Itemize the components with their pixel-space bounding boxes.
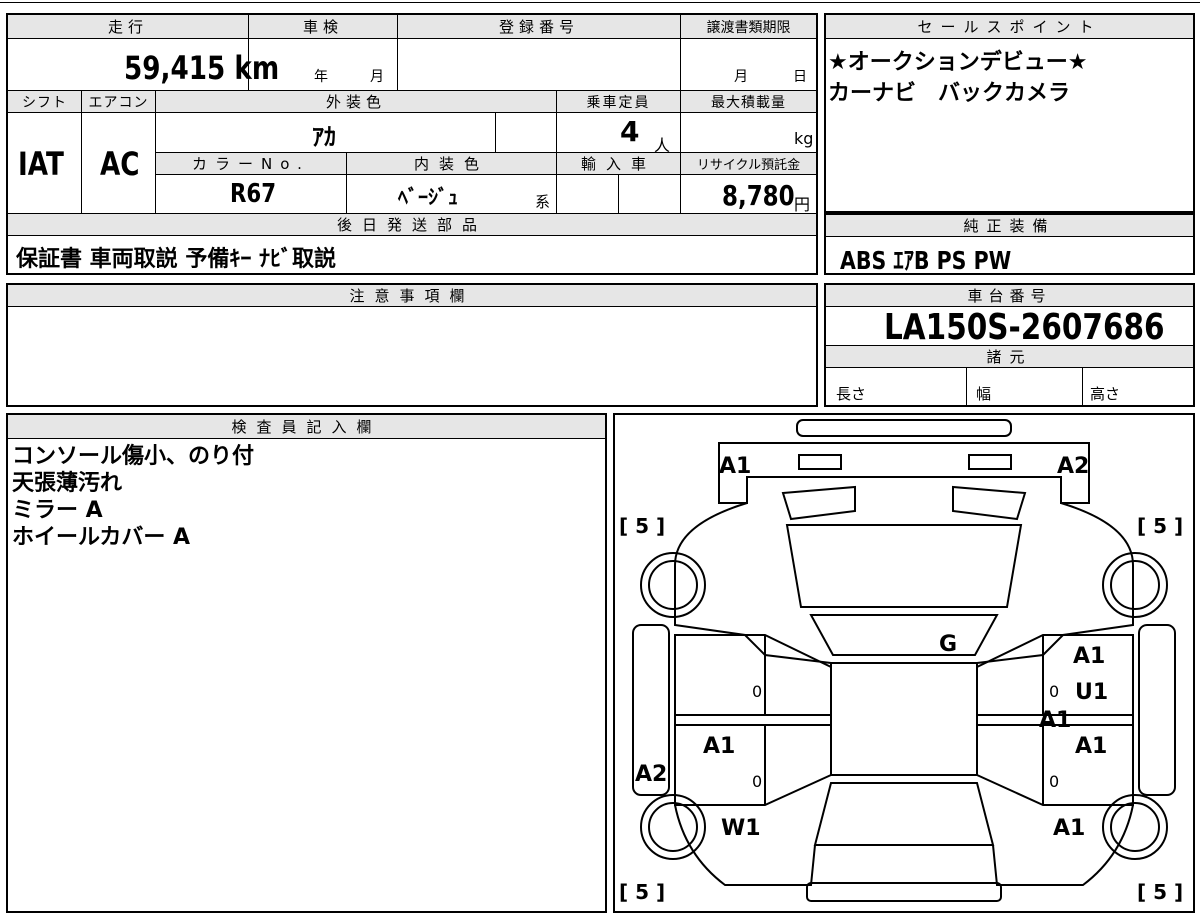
inspector-notes: コンソール傷小、のり付 天張薄汚れ ミラー A ホイールカバー A	[12, 443, 254, 551]
color-no-header: カラーNo.	[156, 153, 346, 175]
damage-mark: A2	[635, 762, 667, 787]
damage-mark: A1	[1075, 734, 1107, 759]
mileage-header: 走行	[8, 15, 248, 39]
capacity-header: 乗車定員	[557, 91, 680, 113]
inspection-year-unit: 年	[314, 69, 328, 85]
tire-tread-mark: [ 5 ]	[1137, 880, 1183, 904]
recycle-fee-unit: 円	[794, 195, 811, 214]
interior-color-header: 内装色	[347, 153, 556, 175]
recycle-fee-header: リサイクル預託金	[681, 153, 816, 175]
import-header: 輸入車	[557, 153, 680, 175]
aircon-value: AC	[100, 145, 140, 183]
door-zero-mark: 0	[752, 682, 762, 701]
mileage-value: 59,415 km	[124, 49, 280, 87]
damage-mark: U1	[1075, 680, 1108, 705]
inspection-header: 車検	[249, 15, 397, 39]
damage-mark: A1	[1073, 644, 1105, 669]
sales-points-text: ★オークションデビュー★ カーナビ バックカメラ	[828, 47, 1087, 109]
standard-equipment-value: ABS ｴｱB PS PW	[840, 246, 1012, 275]
vehicle-spec-table: 走行 車検 登録番号 譲渡書類期限 59,415 km 年 月 月 日 シフト …	[6, 13, 818, 275]
interior-color-suffix: 系	[535, 193, 551, 211]
later-shipping-value: 保証書 車両取説 予備ｷｰ ﾅﾋﾞ取説	[16, 247, 336, 272]
spec-length-label: 長さ	[836, 385, 867, 403]
standard-equipment-box: 純正装備 ABS ｴｱB PS PW	[824, 213, 1195, 275]
inspector-note-line: ミラー A	[12, 498, 103, 523]
door-zero-mark: 0	[1049, 772, 1059, 791]
inspector-note-line: コンソール傷小、のり付	[12, 444, 255, 469]
recycle-fee-value: 8,780	[722, 179, 795, 212]
tire-tread-mark: [ 5 ]	[619, 514, 665, 538]
spec-width-label: 幅	[976, 385, 992, 403]
tire-tread-mark: [ 5 ]	[619, 880, 665, 904]
chassis-box: 車台番号 LA150S-2607686 諸元 長さ 幅 高さ	[824, 283, 1195, 407]
inspector-note-line: 天張薄汚れ	[12, 471, 123, 496]
sales-points-header: セールスポイント	[826, 15, 1193, 39]
damage-mark: G	[939, 632, 957, 657]
inspector-note-line: ホイールカバー A	[12, 525, 191, 550]
shift-header: シフト	[8, 91, 81, 113]
car-diagram-box: A1 A2 G A1 U1 A1 A1 A1 A2 W1 A1 [ 5 ] [ …	[613, 413, 1195, 913]
max-load-header: 最大積載量	[681, 91, 816, 113]
registration-header: 登録番号	[398, 15, 680, 39]
transfer-deadline-header: 譲渡書類期限	[681, 15, 816, 39]
max-load-unit: kg	[794, 129, 814, 148]
sales-points-box: セールスポイント ★オークションデビュー★ カーナビ バックカメラ	[824, 13, 1195, 213]
door-zero-mark: 0	[752, 772, 762, 791]
inspector-box: 検査員記入欄 コンソール傷小、のり付 天張薄汚れ ミラー A ホイールカバー A	[6, 413, 607, 913]
damage-mark: A2	[1057, 454, 1089, 479]
interior-color-value: ﾍﾞｰｼﾞｭ	[398, 185, 458, 209]
sales-point-line: ★オークションデビュー★	[828, 50, 1088, 75]
top-edge-line	[0, 2, 1200, 3]
later-shipping-header: 後日発送部品	[8, 214, 816, 236]
spec-height-label: 高さ	[1090, 385, 1121, 403]
exterior-color-value: ｱｶ	[312, 123, 336, 151]
damage-mark: A1	[719, 454, 751, 479]
notes-box: 注意事項欄	[6, 283, 818, 407]
inspection-month-unit: 月	[370, 69, 384, 85]
chassis-header: 車台番号	[826, 285, 1193, 307]
transfer-month-unit: 月	[734, 69, 748, 85]
transfer-day-unit: 日	[793, 69, 807, 85]
sales-point-line: カーナビ バックカメラ	[828, 81, 1071, 106]
door-zero-mark: 0	[1049, 682, 1059, 701]
damage-mark: A1	[1039, 708, 1071, 733]
aircon-header: エアコン	[82, 91, 155, 113]
capacity-value: 4	[620, 115, 640, 148]
standard-equipment-header: 純正装備	[826, 215, 1193, 237]
exterior-color-header: 外装色	[156, 91, 556, 113]
damage-mark: W1	[721, 816, 761, 841]
specs-header: 諸元	[826, 346, 1193, 368]
notes-header: 注意事項欄	[8, 285, 816, 307]
tire-tread-mark: [ 5 ]	[1137, 514, 1183, 538]
color-no-value: R67	[230, 179, 277, 209]
damage-mark: A1	[1053, 816, 1085, 841]
chassis-number: LA150S-2607686	[884, 307, 1165, 348]
car-outline-diagram: A1 A2 G A1 U1 A1 A1 A1 A2 W1 A1 [ 5 ] [ …	[619, 419, 1183, 904]
inspector-header: 検査員記入欄	[8, 415, 605, 439]
damage-mark: A1	[703, 734, 735, 759]
shift-value: IAT	[18, 145, 64, 183]
